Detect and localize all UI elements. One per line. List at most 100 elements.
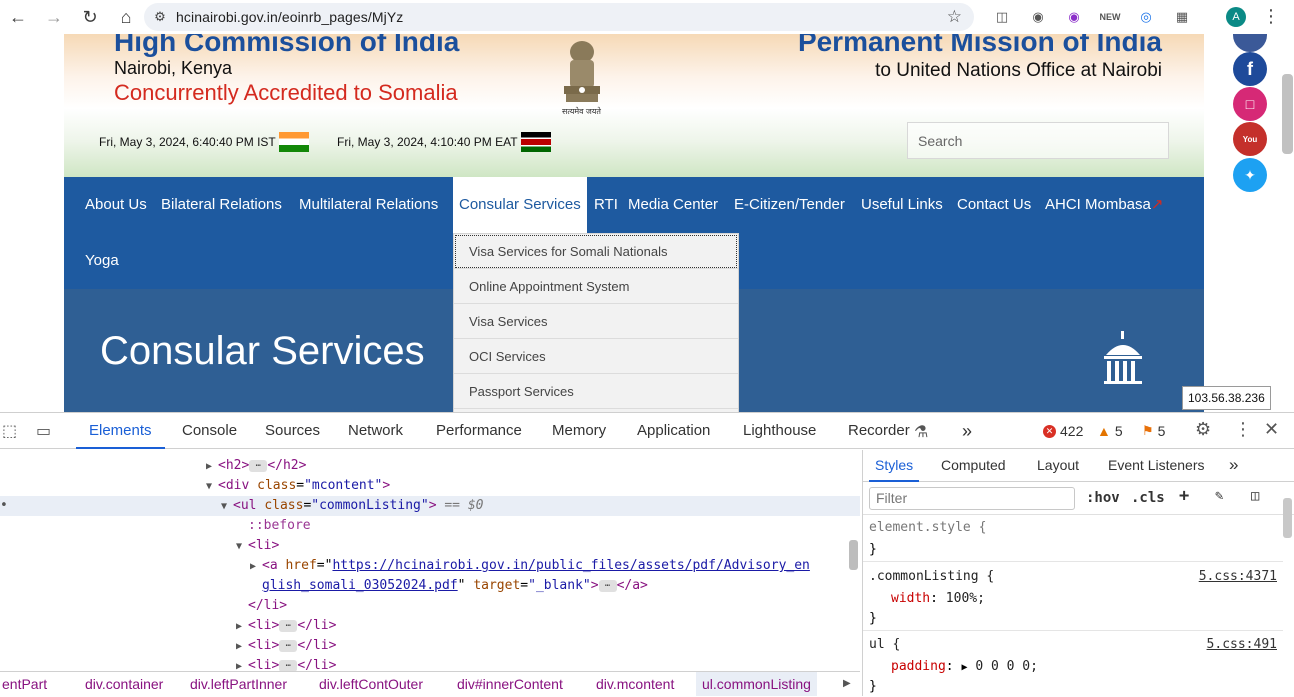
- expand-arrow-icon[interactable]: ▶: [236, 657, 248, 672]
- tab-application[interactable]: Application: [637, 413, 710, 449]
- expand-arrow-icon[interactable]: ▶: [961, 662, 967, 673]
- breadcrumb-scroll-right-icon[interactable]: ▶: [843, 672, 851, 696]
- issues-counter[interactable]: ⚑ 5: [1142, 423, 1165, 439]
- dom-node-h2[interactable]: ▶ <h2> ⋯ </h2>: [206, 456, 306, 476]
- expand-arrow-icon[interactable]: ▶: [236, 617, 248, 637]
- color-extension-icon[interactable]: ◉: [1064, 7, 1084, 27]
- tab-console[interactable]: Console: [182, 413, 237, 449]
- page-scrollbar[interactable]: [1282, 74, 1293, 154]
- nav-consular-services[interactable]: Consular Services: [453, 177, 587, 233]
- bookmark-star-icon[interactable]: ☆: [947, 7, 962, 27]
- collapsed-ellipsis[interactable]: ⋯: [279, 619, 298, 632]
- breadcrumb-item[interactable]: div.leftPartInner: [190, 672, 287, 696]
- expand-arrow-icon[interactable]: ▶: [250, 557, 262, 577]
- nav-media-center[interactable]: Media Center: [622, 177, 724, 233]
- new-rule-plus-icon[interactable]: +: [1179, 486, 1189, 506]
- sidebar-toggle-icon[interactable]: ◫: [1251, 488, 1259, 504]
- forward-icon[interactable]: →: [36, 0, 72, 34]
- reload-icon[interactable]: ↻: [72, 0, 108, 34]
- rule-commonlisting-selector[interactable]: .commonListing {: [869, 567, 994, 587]
- site-info-icon[interactable]: ⚙: [144, 9, 176, 25]
- dropdown-item-online-appointment[interactable]: Online Appointment System: [454, 269, 738, 304]
- dropdown-item-oci-services[interactable]: OCI Services: [454, 339, 738, 374]
- tab-layout[interactable]: Layout: [1037, 450, 1079, 482]
- breadcrumb-item[interactable]: entPart: [2, 672, 47, 696]
- nav-e-citizen-tender[interactable]: E-Citizen/Tender: [728, 177, 851, 233]
- expand-arrow-icon[interactable]: ▶: [236, 637, 248, 657]
- dropdown-item-visa-somali[interactable]: Visa Services for Somali Nationals: [454, 234, 738, 269]
- browser-menu-icon[interactable]: ⋮: [1262, 6, 1280, 27]
- error-counter[interactable]: ✕ 422: [1043, 423, 1083, 439]
- more-tabs-button[interactable]: »: [962, 413, 972, 449]
- dropdown-item-passport-services[interactable]: Passport Services: [454, 374, 738, 409]
- shield-extension-icon[interactable]: ◫: [992, 7, 1012, 27]
- breadcrumb-item[interactable]: div.leftContOuter: [319, 672, 423, 696]
- nav-contact-us[interactable]: Contact Us: [951, 177, 1037, 233]
- rule-element-style[interactable]: element.style {: [869, 518, 986, 538]
- pdf-link[interactable]: https://hcinairobi.gov.in/public_files/a…: [332, 558, 809, 573]
- rule-ul-selector[interactable]: ul {: [869, 635, 900, 655]
- inspect-element-icon[interactable]: ⬚: [2, 421, 17, 441]
- dom-node-div-mcontent[interactable]: ▼ <div class="mcontent">: [206, 476, 390, 496]
- hov-toggle[interactable]: :hov: [1086, 490, 1120, 506]
- youtube-icon[interactable]: You: [1233, 122, 1267, 156]
- elements-scrollbar[interactable]: [849, 540, 858, 570]
- nav-about-us[interactable]: About Us: [79, 177, 153, 233]
- address-bar[interactable]: ⚙ hcinairobi.gov.in/eoinrb_pages/MjYz ☆: [144, 3, 974, 31]
- back-icon[interactable]: ←: [0, 0, 36, 34]
- collapsed-ellipsis[interactable]: ⋯: [279, 659, 298, 672]
- nav-useful-links[interactable]: Useful Links: [855, 177, 949, 233]
- devtools-menu-icon[interactable]: ⋮: [1234, 419, 1252, 440]
- tab-memory[interactable]: Memory: [552, 413, 606, 449]
- news-extension-icon[interactable]: NEW: [1100, 7, 1121, 27]
- globe-extension-icon[interactable]: ◎: [1136, 7, 1156, 27]
- warning-counter[interactable]: ▲ 5: [1097, 423, 1123, 439]
- nav-yoga[interactable]: Yoga: [79, 233, 125, 289]
- facebook-icon[interactable]: f: [1233, 52, 1267, 86]
- rule-source-link[interactable]: 5.css:4371: [1199, 567, 1277, 587]
- site-search-input[interactable]: Search: [907, 122, 1169, 159]
- dom-node-li-collapsed[interactable]: ▶ <li> ⋯ </li>: [236, 636, 336, 656]
- tab-sources[interactable]: Sources: [265, 413, 320, 449]
- dom-node-a-cont[interactable]: glish_somali_03052024.pdf" target="_blan…: [262, 576, 648, 596]
- dom-node-li-collapsed[interactable]: ▶ <li> ⋯ </li>: [236, 656, 336, 672]
- breadcrumb-item[interactable]: div.mcontent: [596, 672, 674, 696]
- dropdown-item-visa-services[interactable]: Visa Services: [454, 304, 738, 339]
- extensions-puzzle-icon[interactable]: ▦: [1172, 7, 1192, 27]
- tab-elements[interactable]: Elements: [76, 413, 165, 449]
- paint-brush-icon[interactable]: ✎: [1215, 488, 1223, 504]
- nav-multilateral-relations[interactable]: Multilateral Relations: [293, 177, 444, 233]
- css-property-width[interactable]: width: 100%;: [891, 589, 985, 609]
- tab-lighthouse[interactable]: Lighthouse: [743, 413, 816, 449]
- collapsed-ellipsis[interactable]: ⋯: [598, 579, 617, 592]
- collapse-arrow-icon[interactable]: ▼: [236, 537, 248, 557]
- dom-node-li[interactable]: ▼ <li>: [236, 536, 279, 556]
- more-styles-tabs-button[interactable]: »: [1229, 450, 1238, 482]
- twitter-icon[interactable]: ✦: [1233, 158, 1267, 192]
- social-top-icon[interactable]: [1233, 34, 1267, 52]
- dom-pseudo-before[interactable]: ::before: [248, 516, 311, 536]
- instagram-icon[interactable]: □: [1233, 87, 1267, 121]
- expand-arrow-icon[interactable]: ▶: [206, 457, 218, 477]
- collapsed-ellipsis[interactable]: ⋯: [249, 459, 268, 472]
- rule-source-link[interactable]: 5.css:491: [1207, 635, 1277, 655]
- nav-bilateral-relations[interactable]: Bilateral Relations: [155, 177, 288, 233]
- breadcrumb-item-active[interactable]: ul.commonListing: [696, 672, 817, 696]
- dom-node-li-collapsed[interactable]: ▶ <li> ⋯ </li>: [236, 616, 336, 636]
- nav-ahci-mombasa[interactable]: AHCI Mombasa↗: [1039, 177, 1169, 233]
- css-property-padding[interactable]: padding: ▶ 0 0 0 0;: [891, 657, 1038, 677]
- tab-computed[interactable]: Computed: [941, 450, 1006, 482]
- home-icon[interactable]: ⌂: [108, 0, 144, 34]
- dom-node-li-close[interactable]: </li>: [248, 596, 287, 616]
- tab-styles[interactable]: Styles: [869, 450, 920, 482]
- dom-node-ul-commonlisting[interactable]: ▼ <ul class="commonListing"> == $0: [221, 496, 483, 516]
- close-devtools-icon[interactable]: ✕: [1264, 419, 1279, 440]
- url-text[interactable]: hcinairobi.gov.in/eoinrb_pages/MjYz: [176, 9, 403, 25]
- collapse-arrow-icon[interactable]: ▼: [206, 477, 218, 497]
- tab-performance[interactable]: Performance: [436, 413, 522, 449]
- device-toolbar-icon[interactable]: ▭: [36, 421, 51, 441]
- styles-scrollbar[interactable]: [1283, 498, 1292, 538]
- collapse-arrow-icon[interactable]: ▼: [221, 497, 233, 517]
- tab-network[interactable]: Network: [348, 413, 403, 449]
- styles-filter-input[interactable]: Filter: [869, 487, 1075, 510]
